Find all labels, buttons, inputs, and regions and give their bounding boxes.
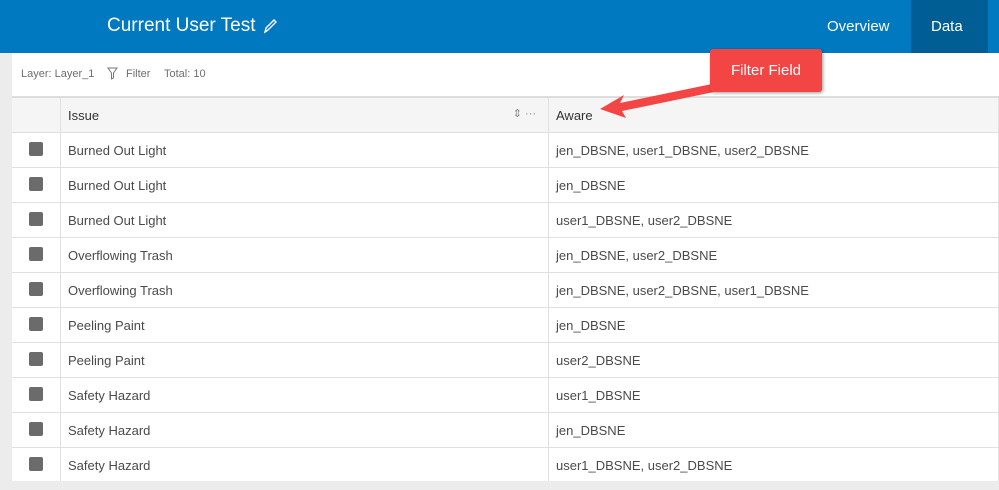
filter-button[interactable]: Filter: [126, 68, 150, 80]
toolbar: Layer: Layer_1 Filter Total: 10: [12, 53, 999, 95]
app-header: Current User Test Overview Data: [0, 0, 999, 53]
table-row[interactable]: Peeling Paint jen_DBSNE: [12, 307, 999, 343]
row-checkbox[interactable]: [29, 246, 43, 261]
column-label: Aware: [556, 107, 593, 123]
table-row[interactable]: Peeling Paint user2_DBSNE: [12, 342, 999, 378]
aware-cell: jen_DBSNE: [548, 167, 999, 203]
data-table: Issue ⇕ ··· Aware Burned Out Light jen_DBS…: [12, 96, 999, 483]
row-select-cell[interactable]: [12, 307, 61, 343]
row-checkbox[interactable]: [29, 281, 43, 296]
aware-cell: jen_DBSNE, user1_DBSNE, user2_DBSNE: [548, 132, 999, 168]
issue-cell: Peeling Paint: [60, 307, 549, 343]
issue-cell: Safety Hazard: [60, 412, 549, 448]
row-select-cell[interactable]: [12, 237, 61, 273]
tab-data[interactable]: Data: [911, 0, 988, 53]
select-column-header: [12, 97, 61, 133]
annotation-callout: Filter Field: [710, 49, 822, 92]
table-row[interactable]: Overflowing Trash jen_DBSNE, user2_DBSNE,…: [12, 272, 999, 308]
issue-cell: Overflowing Trash: [60, 272, 549, 308]
column-header-aware[interactable]: Aware: [548, 97, 999, 133]
table-row[interactable]: Overflowing Trash jen_DBSNE, user2_DBSNE: [12, 237, 999, 273]
table-row[interactable]: Burned Out Light jen_DBSNE: [12, 167, 999, 203]
row-select-cell[interactable]: [12, 447, 61, 483]
row-checkbox[interactable]: [29, 141, 43, 156]
table-row[interactable]: Burned Out Light jen_DBSNE, user1_DBSNE, …: [12, 132, 999, 168]
column-label: Issue: [68, 107, 100, 123]
edit-pencil-icon[interactable]: [262, 17, 278, 35]
aware-cell: user1_DBSNE: [548, 377, 999, 413]
row-select-cell[interactable]: [12, 342, 61, 378]
issue-cell: Safety Hazard: [60, 377, 549, 413]
layer-label: Layer: Layer_1: [21, 68, 95, 80]
row-select-cell[interactable]: [12, 412, 61, 448]
aware-cell: jen_DBSNE: [548, 412, 999, 448]
row-checkbox[interactable]: [29, 316, 43, 331]
horizontal-scrollbar[interactable]: [12, 481, 999, 490]
row-select-cell[interactable]: [12, 202, 61, 238]
row-select-cell[interactable]: [12, 167, 61, 203]
sort-menu-icon[interactable]: ⇕ ···: [513, 107, 536, 120]
row-checkbox[interactable]: [29, 176, 43, 191]
row-select-cell[interactable]: [12, 272, 61, 308]
issue-cell: Overflowing Trash: [60, 237, 549, 273]
column-header-issue[interactable]: Issue ⇕ ···: [60, 97, 549, 133]
aware-cell: jen_DBSNE: [548, 307, 999, 343]
left-gutter: [0, 53, 12, 490]
row-checkbox[interactable]: [29, 386, 43, 401]
aware-cell: user2_DBSNE: [548, 342, 999, 378]
filter-icon[interactable]: [107, 67, 118, 80]
row-checkbox[interactable]: [29, 421, 43, 436]
page-title: Current User Test: [107, 15, 256, 36]
aware-cell: jen_DBSNE, user2_DBSNE: [548, 237, 999, 273]
total-count: Total: 10: [164, 68, 206, 80]
aware-cell: user1_DBSNE, user2_DBSNE: [548, 447, 999, 483]
table-row[interactable]: Safety Hazard user1_DBSNE, user2_DBSNE: [12, 447, 999, 483]
aware-cell: user1_DBSNE, user2_DBSNE: [548, 202, 999, 238]
issue-cell: Burned Out Light: [60, 132, 549, 168]
table-row[interactable]: Safety Hazard jen_DBSNE: [12, 412, 999, 448]
row-checkbox[interactable]: [29, 456, 43, 471]
table-header-row: Issue ⇕ ··· Aware: [12, 97, 999, 133]
row-select-cell[interactable]: [12, 132, 61, 168]
row-checkbox[interactable]: [29, 351, 43, 366]
row-checkbox[interactable]: [29, 211, 43, 226]
issue-cell: Burned Out Light: [60, 202, 549, 238]
table-row[interactable]: Burned Out Light user1_DBSNE, user2_DBSNE: [12, 202, 999, 238]
tab-overview[interactable]: Overview: [807, 0, 910, 53]
issue-cell: Burned Out Light: [60, 167, 549, 203]
issue-cell: Peeling Paint: [60, 342, 549, 378]
aware-cell: jen_DBSNE, user2_DBSNE, user1_DBSNE: [548, 272, 999, 308]
issue-cell: Safety Hazard: [60, 447, 549, 483]
row-select-cell[interactable]: [12, 377, 61, 413]
table-row[interactable]: Safety Hazard user1_DBSNE: [12, 377, 999, 413]
